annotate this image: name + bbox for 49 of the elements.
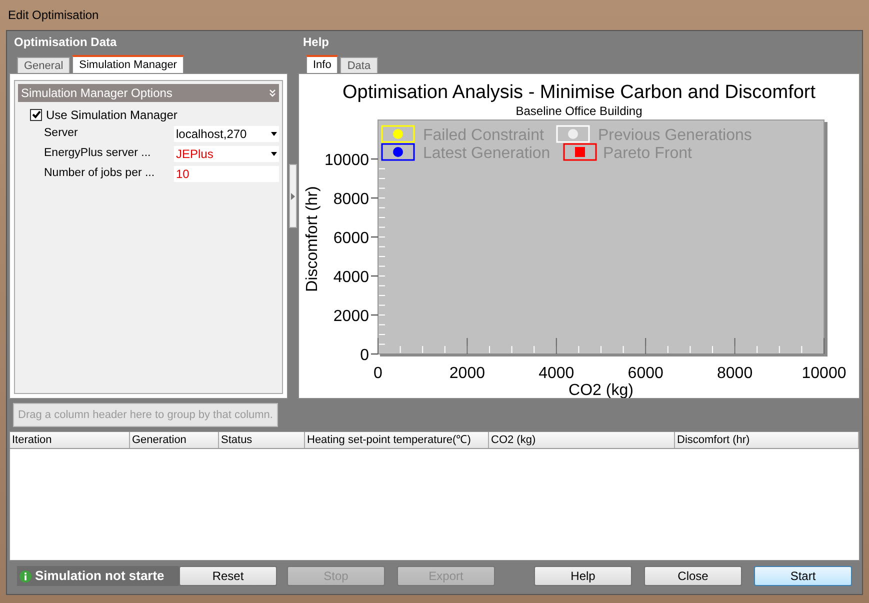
y-tick-label: 0 xyxy=(360,347,369,364)
dialog-button[interactable]: Reset xyxy=(179,566,277,586)
checkbox[interactable] xyxy=(30,108,42,120)
column-header[interactable]: Discomfort (hr) xyxy=(675,432,859,448)
x-tick-label: 10000 xyxy=(802,365,846,382)
chevron-icon xyxy=(269,89,276,97)
property-label: EnergyPlus server ... xyxy=(43,146,152,162)
tab[interactable]: General xyxy=(17,57,70,73)
chart-subtitle: Baseline Office Building xyxy=(516,104,642,118)
dialog-button[interactable]: Close xyxy=(644,566,742,586)
x-axis-label: CO2 (kg) xyxy=(568,382,634,398)
dropdown-field[interactable]: localhost,270 xyxy=(174,126,280,142)
dropdown-arrow-icon xyxy=(271,132,278,136)
tab[interactable]: Data xyxy=(340,57,378,73)
column-header[interactable]: Iteration xyxy=(10,432,130,448)
column-header[interactable]: Status xyxy=(219,432,305,448)
input-field[interactable]: 10 xyxy=(174,166,280,182)
y-tick-label: 2000 xyxy=(333,308,369,325)
x-tick-label: 0 xyxy=(374,365,382,382)
y-axis-label: Discomfort (hr) xyxy=(304,186,321,292)
column-header[interactable]: CO2 (kg) xyxy=(489,432,675,448)
section-header[interactable]: Simulation Manager Options xyxy=(18,84,280,102)
info-icon xyxy=(19,570,32,582)
dropdown-arrow-icon xyxy=(271,152,278,156)
x-tick-label: 4000 xyxy=(538,365,574,382)
dialog-button[interactable]: Start xyxy=(754,566,852,586)
x-tick-label: 2000 xyxy=(449,365,485,382)
x-tick-label: 8000 xyxy=(717,365,753,382)
y-tick-label: 10000 xyxy=(324,152,369,169)
group-by-hint: Drag a column header here to group by that column. xyxy=(13,402,278,428)
tab[interactable]: Info xyxy=(306,55,338,73)
column-header[interactable]: Heating set-point temperature(℃) xyxy=(305,432,489,448)
tab[interactable]: Simulation Manager xyxy=(72,55,184,73)
column-header[interactable]: Generation xyxy=(130,432,219,448)
splitter-handle[interactable] xyxy=(289,164,298,228)
window-title: Edit Optimisation xyxy=(8,7,99,24)
panel-title: Optimisation Data xyxy=(13,34,118,51)
dropdown-field[interactable]: JEPlus xyxy=(174,146,280,162)
status-label: Simulation not starte xyxy=(17,566,179,586)
y-tick-label: 6000 xyxy=(333,230,369,247)
property-label: Server xyxy=(43,126,79,142)
checkbox-label: Use Simulation Manager xyxy=(46,106,178,124)
panel-title: Help xyxy=(302,34,330,51)
y-tick-label: 8000 xyxy=(333,191,369,208)
y-tick-label: 4000 xyxy=(333,269,369,286)
chart-title: Optimisation Analysis - Minimise Carbon and Discomfort xyxy=(342,82,816,103)
x-tick-label: 6000 xyxy=(628,365,664,382)
property-label: Number of jobs per ... xyxy=(43,166,156,182)
dialog-button[interactable]: Help xyxy=(534,566,632,586)
